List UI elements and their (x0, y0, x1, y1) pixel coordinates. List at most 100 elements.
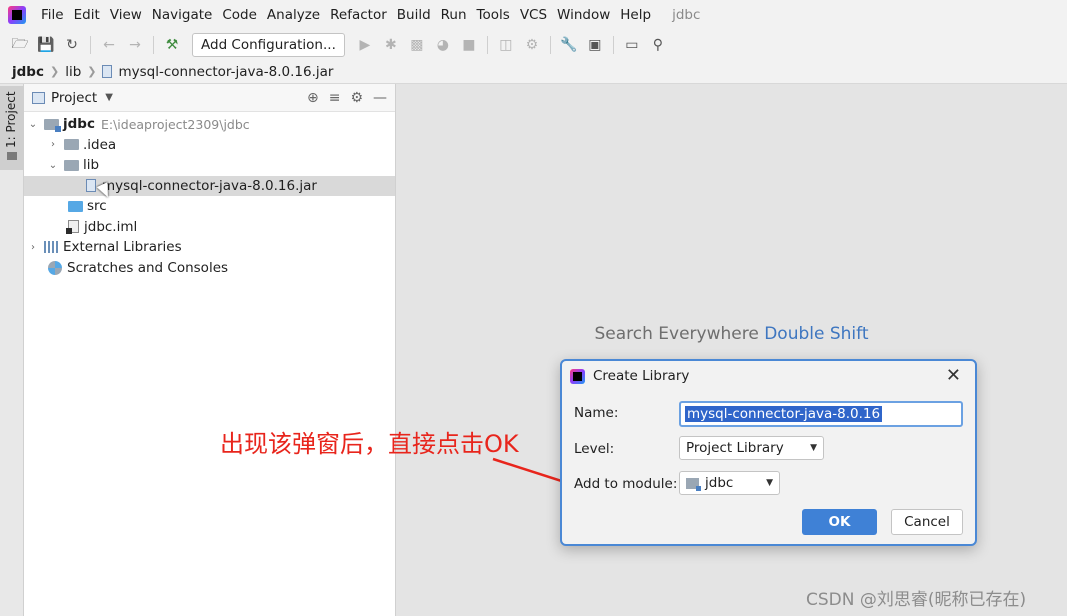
run-icon[interactable]: ▶ (353, 34, 377, 56)
window-project-name: jdbc (672, 7, 701, 23)
cancel-button[interactable]: Cancel (891, 509, 963, 535)
breadcrumb: jdbc ❯ lib ❯ mysql-connector-java-8.0.16… (0, 60, 1067, 84)
menu-vcs[interactable]: VCS (515, 7, 552, 23)
attach-debugger-icon[interactable]: ◫ (494, 34, 518, 56)
menu-tools[interactable]: Tools (472, 7, 515, 23)
project-view-selector[interactable]: Project (51, 90, 97, 106)
library-icon (44, 241, 59, 254)
library-name-input[interactable]: mysql-connector-java-8.0.16 (679, 401, 963, 427)
tree-item-label: .idea (83, 136, 117, 153)
project-view-icon (32, 91, 45, 104)
add-configuration-button[interactable]: Add Configuration... (192, 33, 345, 57)
tree-item-external-libraries[interactable]: › External Libraries (24, 237, 395, 258)
chevron-right-icon: ❯ (87, 65, 97, 78)
gear-icon[interactable]: ⚙ (350, 90, 363, 106)
module-file-icon (66, 220, 79, 235)
debug-icon[interactable]: ✱ (379, 34, 403, 56)
breadcrumb-jdbc[interactable]: jdbc (12, 64, 44, 80)
toolbar-divider (612, 36, 614, 54)
tree-item-lib[interactable]: ⌄ lib (24, 155, 395, 176)
menu-window[interactable]: Window (552, 7, 615, 23)
project-tool-tab[interactable]: 1: Project (0, 86, 24, 170)
menu-view[interactable]: View (105, 7, 147, 23)
minimize-icon[interactable]: — (373, 90, 387, 106)
tree-item-label: jdbc (63, 116, 95, 133)
chevron-down-icon: ▼ (810, 443, 817, 453)
close-icon[interactable]: ✕ (946, 367, 961, 385)
chevron-right-icon[interactable]: › (26, 242, 40, 253)
project-tool-tab-label: 1: Project (4, 91, 18, 148)
tree-item-scratches[interactable]: Scratches and Consoles (24, 258, 395, 279)
main-toolbar: 🗁 💾 ↻ ← → ⚒ Add Configuration... ▶ ✱ ▩ ◕… (0, 30, 1067, 60)
tree-item-label: mysql-connector-java-8.0.16.jar (102, 177, 317, 194)
build-hammer-icon[interactable]: ⚒ (160, 34, 184, 56)
chevron-right-icon: ❯ (49, 65, 60, 78)
search-icon[interactable]: ⚲ (646, 34, 670, 56)
coverage-settings-icon[interactable]: ⚙ (520, 34, 544, 56)
tree-item-path: E:\ideaproject2309\jdbc (100, 116, 250, 132)
collapse-all-icon[interactable]: ≡ (329, 90, 341, 106)
locate-target-icon[interactable]: ⊕ (307, 90, 319, 106)
menu-analyze[interactable]: Analyze (262, 7, 325, 23)
chevron-right-icon[interactable]: › (46, 139, 60, 150)
project-panel-header: Project ▼ ⊕ ≡ ⚙ — (24, 84, 395, 112)
left-tool-strip: 1: Project (0, 84, 24, 616)
name-row: Name: (574, 405, 679, 421)
jar-file-icon (86, 179, 96, 193)
toolbar-divider (153, 36, 154, 54)
tree-item-idea[interactable]: › .idea (24, 135, 395, 156)
project-panel: Project ▼ ⊕ ≡ ⚙ — ⌄ jdbc E:\ideaproject2… (24, 84, 396, 616)
toolbar-divider (90, 36, 91, 54)
toolbar-divider (486, 36, 488, 54)
menu-file[interactable]: File (36, 7, 69, 23)
chevron-down-icon[interactable]: ▼ (105, 92, 113, 103)
save-all-icon[interactable]: 💾 (34, 34, 58, 56)
tree-item-mysql-jar[interactable]: mysql-connector-java-8.0.16.jar (24, 175, 395, 200)
forward-icon[interactable]: → (123, 34, 147, 56)
menu-run[interactable]: Run (436, 7, 472, 23)
breadcrumb-jar[interactable]: mysql-connector-java-8.0.16.jar (118, 64, 333, 80)
project-tree: ⌄ jdbc E:\ideaproject2309\jdbc › .idea ⌄… (24, 112, 395, 278)
chevron-down-icon[interactable]: ⌄ (46, 160, 60, 171)
toolbar-divider (549, 36, 551, 54)
menu-help[interactable]: Help (615, 7, 656, 23)
module-select[interactable]: jdbc ▼ (679, 471, 780, 495)
tree-item-label: External Libraries (63, 239, 182, 256)
tree-item-jdbc-iml[interactable]: jdbc.iml (24, 217, 395, 238)
level-select[interactable]: Project Library ▼ (679, 436, 824, 460)
terminal-icon[interactable]: ▭ (620, 34, 644, 56)
tree-item-label: src (87, 198, 107, 215)
search-everywhere-shortcut: Double Shift (764, 324, 869, 344)
menu-code[interactable]: Code (217, 7, 262, 23)
tree-item-jdbc[interactable]: ⌄ jdbc E:\ideaproject2309\jdbc (24, 114, 395, 135)
profile-icon[interactable]: ◕ (431, 34, 455, 56)
search-everywhere-hint-text: Search Everywhere (594, 324, 759, 344)
scratches-icon (48, 260, 62, 275)
module-folder-icon (44, 118, 61, 132)
menu-edit[interactable]: Edit (69, 7, 105, 23)
breadcrumb-lib[interactable]: lib (65, 64, 81, 80)
run-coverage-icon[interactable]: ▩ (405, 34, 429, 56)
level-row: Level: (574, 441, 679, 457)
stop-icon[interactable]: ■ (457, 34, 481, 56)
level-select-value: Project Library (686, 440, 784, 456)
project-structure-icon[interactable]: ▣ (583, 34, 607, 56)
module-label: Add to module: (574, 476, 678, 492)
menu-build[interactable]: Build (392, 7, 436, 23)
settings-wrench-icon[interactable]: 🔧 (557, 34, 581, 56)
library-name-value: mysql-connector-java-8.0.16 (685, 406, 883, 422)
synchronize-icon[interactable]: ↻ (60, 34, 84, 56)
open-folder-icon[interactable]: 🗁 (8, 34, 32, 56)
source-folder-icon (68, 200, 83, 212)
dialog-title: Create Library (593, 368, 690, 384)
level-label: Level: (574, 441, 615, 457)
create-library-dialog: Create Library ✕ Name: mysql-connector-j… (560, 359, 977, 546)
menu-navigate[interactable]: Navigate (147, 7, 218, 23)
menu-refactor[interactable]: Refactor (325, 7, 392, 23)
back-icon[interactable]: ← (97, 34, 121, 56)
ok-button[interactable]: OK (802, 509, 877, 535)
folder-icon (64, 159, 79, 171)
intellij-logo-icon (570, 368, 585, 384)
chevron-down-icon[interactable]: ⌄ (26, 119, 40, 130)
tree-item-src[interactable]: src (24, 196, 395, 217)
